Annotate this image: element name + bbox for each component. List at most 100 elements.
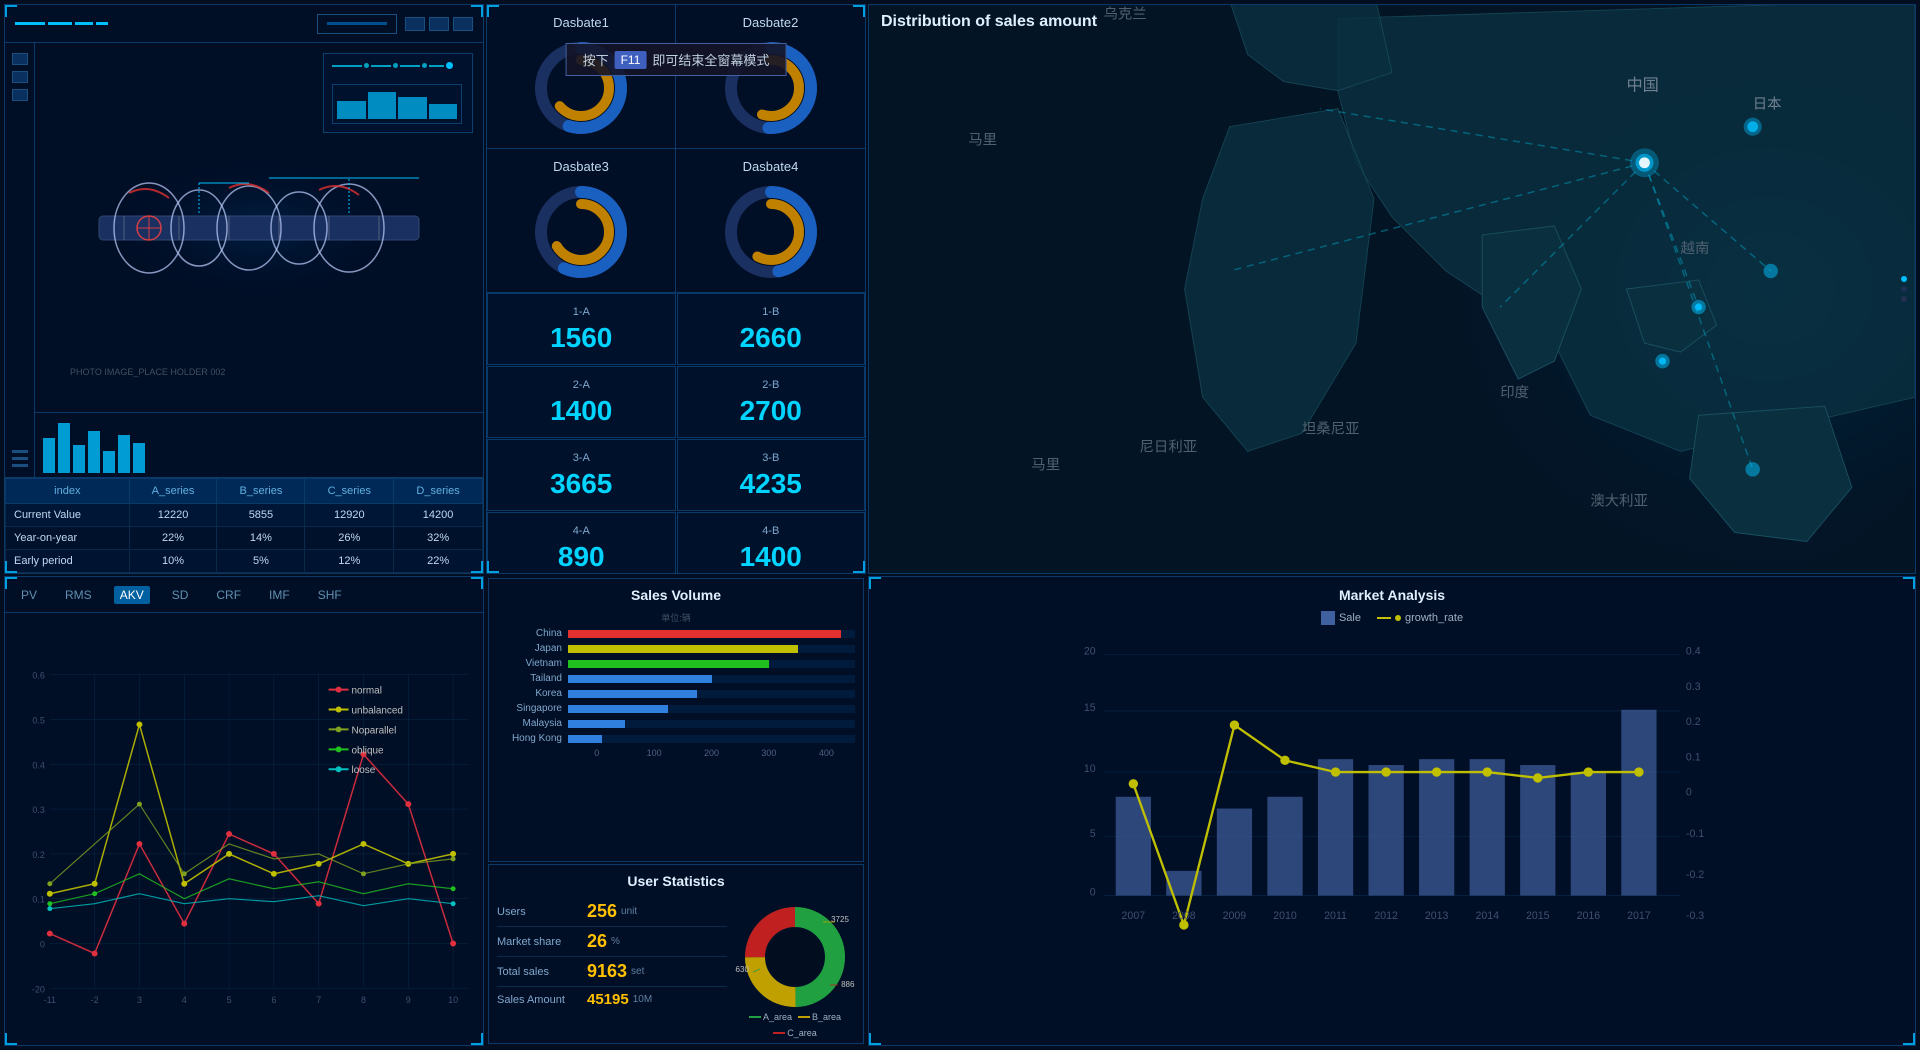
legend-a: A_area bbox=[763, 1012, 792, 1022]
mechanical-panel: PHOTO IMAGE_PLACE HOLDER 002 inde bbox=[4, 4, 484, 574]
row-label-yoy: Year-on-year bbox=[6, 527, 130, 550]
bar-2016 bbox=[1571, 772, 1606, 895]
num-cell-2b: 2-B 2700 bbox=[677, 366, 866, 438]
svg-text:normal: normal bbox=[352, 686, 382, 697]
tooltip-message: 即可结束全窗幕模式 bbox=[652, 50, 769, 69]
svg-text:2007: 2007 bbox=[1122, 910, 1146, 922]
fullscreen-tooltip: 按下 F11 即可结束全窗幕模式 bbox=[566, 43, 787, 76]
svg-text:20: 20 bbox=[1084, 646, 1096, 658]
svg-text:6: 6 bbox=[271, 995, 276, 1005]
gauge-title-2: Dasbate2 bbox=[743, 15, 799, 30]
mini-bar-7 bbox=[133, 443, 145, 473]
control-btn-3[interactable] bbox=[12, 89, 28, 101]
svg-text:-11: -11 bbox=[44, 995, 56, 1005]
bar-2010 bbox=[1267, 797, 1302, 896]
bar-vietnam: Vietnam bbox=[497, 658, 855, 669]
data-table: index A_series B_series C_series D_serie… bbox=[5, 478, 483, 573]
map-panel: Distribution of sales amount bbox=[868, 4, 1916, 574]
gauge-3 bbox=[531, 182, 631, 282]
col-b: B_series bbox=[217, 479, 305, 504]
bar-malaysia: Malaysia bbox=[497, 718, 855, 729]
tab-sd[interactable]: SD bbox=[166, 586, 195, 604]
svg-text:澳大利亚: 澳大利亚 bbox=[1590, 492, 1648, 509]
svg-text:5: 5 bbox=[227, 995, 232, 1005]
svg-text:5630: 5630 bbox=[735, 965, 749, 974]
market-legend-growth: growth_rate bbox=[1377, 611, 1463, 625]
tab-akv[interactable]: AKV bbox=[114, 586, 150, 604]
mini-bar-6 bbox=[118, 435, 130, 473]
num-cell-1a: 1-A 1560 bbox=[487, 293, 676, 365]
bar-china: China bbox=[497, 628, 855, 639]
photo-placeholder-text: PHOTO IMAGE_PLACE HOLDER 002 bbox=[70, 367, 225, 377]
svg-text:-20: -20 bbox=[32, 984, 45, 994]
svg-text:2012: 2012 bbox=[1374, 910, 1398, 922]
slide-dot-1[interactable] bbox=[1901, 286, 1907, 292]
tab-pv[interactable]: PV bbox=[15, 586, 43, 604]
control-btn-2[interactable] bbox=[12, 71, 28, 83]
svg-text:2011: 2011 bbox=[1324, 910, 1347, 922]
f11-key: F11 bbox=[615, 51, 647, 69]
table-row: Year-on-year 22% 14% 26% 32% bbox=[6, 527, 483, 550]
linechart-panel: PV RMS AKV SD CRF IMF SHF bbox=[4, 576, 484, 1046]
bar-2014 bbox=[1470, 759, 1505, 895]
num-cell-4a: 4-A 890 bbox=[487, 512, 676, 574]
bar-2017 bbox=[1621, 710, 1656, 896]
gauge-title-3: Dasbate3 bbox=[553, 159, 609, 174]
svg-text:尼日利亚: 尼日利亚 bbox=[1140, 438, 1198, 455]
svg-text:-0.1: -0.1 bbox=[1686, 828, 1704, 840]
turbine-image bbox=[69, 128, 449, 328]
svg-text:印度: 印度 bbox=[1500, 384, 1529, 401]
tab-shf[interactable]: SHF bbox=[312, 586, 348, 604]
bar-korea: Korea bbox=[497, 688, 855, 699]
ustat-total-sales: Total sales 9163 set bbox=[497, 957, 727, 987]
line-chart-area: 0.6 0.5 0.4 0.3 0.2 0.1 0 -20 -11 -2 3 4… bbox=[5, 613, 483, 1045]
slide-dot-2[interactable] bbox=[1901, 296, 1907, 302]
bar-japan: Japan bbox=[497, 643, 855, 654]
tab-imf[interactable]: IMF bbox=[263, 586, 296, 604]
market-legend-sale: Sale bbox=[1321, 611, 1361, 625]
gauge-title-1: Dasbate1 bbox=[553, 15, 609, 30]
bar-2013 bbox=[1419, 759, 1454, 895]
svg-text:2010: 2010 bbox=[1273, 910, 1297, 922]
svg-text:0.2: 0.2 bbox=[1686, 716, 1701, 728]
bar-2011 bbox=[1318, 759, 1353, 895]
gauge-title-4: Dasbate4 bbox=[743, 159, 799, 174]
bar-2015 bbox=[1520, 765, 1555, 896]
col-d: D_series bbox=[394, 479, 483, 504]
svg-text:0.1: 0.1 bbox=[32, 895, 44, 905]
row-label-current: Current Value bbox=[6, 504, 130, 527]
svg-text:坦桑尼亚: 坦桑尼亚 bbox=[1302, 420, 1360, 437]
svg-text:loose: loose bbox=[352, 765, 376, 776]
svg-text:0.3: 0.3 bbox=[32, 805, 44, 815]
mini-bar-2 bbox=[58, 423, 70, 473]
svg-text:0: 0 bbox=[40, 939, 45, 949]
tab-rms[interactable]: RMS bbox=[59, 586, 98, 604]
market-chart-svg: 20 15 10 5 0 0.4 0.3 0.2 0.1 0 -0.1 -0.2… bbox=[879, 631, 1905, 1019]
svg-text:7: 7 bbox=[316, 995, 321, 1005]
slide-dot-active[interactable] bbox=[1901, 276, 1907, 282]
svg-text:4: 4 bbox=[182, 995, 187, 1005]
svg-text:10: 10 bbox=[448, 995, 458, 1005]
tab-crf[interactable]: CRF bbox=[210, 586, 247, 604]
control-btn-1[interactable] bbox=[12, 53, 28, 65]
svg-text:马里: 马里 bbox=[1031, 456, 1060, 473]
svg-text:unbalanced: unbalanced bbox=[352, 705, 403, 716]
svg-text:9: 9 bbox=[406, 995, 411, 1005]
sales-volume-panel: Sales Volume 单位:辆 China Japan Vietnam bbox=[488, 578, 864, 862]
svg-text:马里: 马里 bbox=[968, 132, 997, 149]
mini-bar-1 bbox=[43, 438, 55, 473]
col-index: index bbox=[6, 479, 130, 504]
bar-tailand: Tailand bbox=[497, 673, 855, 684]
svg-text:2009: 2009 bbox=[1223, 910, 1247, 922]
user-stats-title: User Statistics bbox=[497, 873, 855, 889]
dashboard: PHOTO IMAGE_PLACE HOLDER 002 inde bbox=[0, 0, 1920, 1050]
bar-2009 bbox=[1217, 809, 1252, 896]
svg-text:3725: 3725 bbox=[831, 915, 849, 924]
bar-2012 bbox=[1368, 765, 1403, 896]
svg-text:2008: 2008 bbox=[1172, 910, 1196, 922]
sales-panel-container: Sales Volume 单位:辆 China Japan Vietnam bbox=[486, 576, 866, 1046]
row-label-early: Early period bbox=[6, 550, 130, 573]
world-map: 马里 尼日利亚 坦桑尼亚 印度 中国 日本 越南 澳大利亚 哈萨克斯坦 乌克兰 … bbox=[869, 5, 1915, 573]
svg-text:5: 5 bbox=[1090, 828, 1096, 840]
ustat-market-share: Market share 26 % bbox=[497, 927, 727, 957]
